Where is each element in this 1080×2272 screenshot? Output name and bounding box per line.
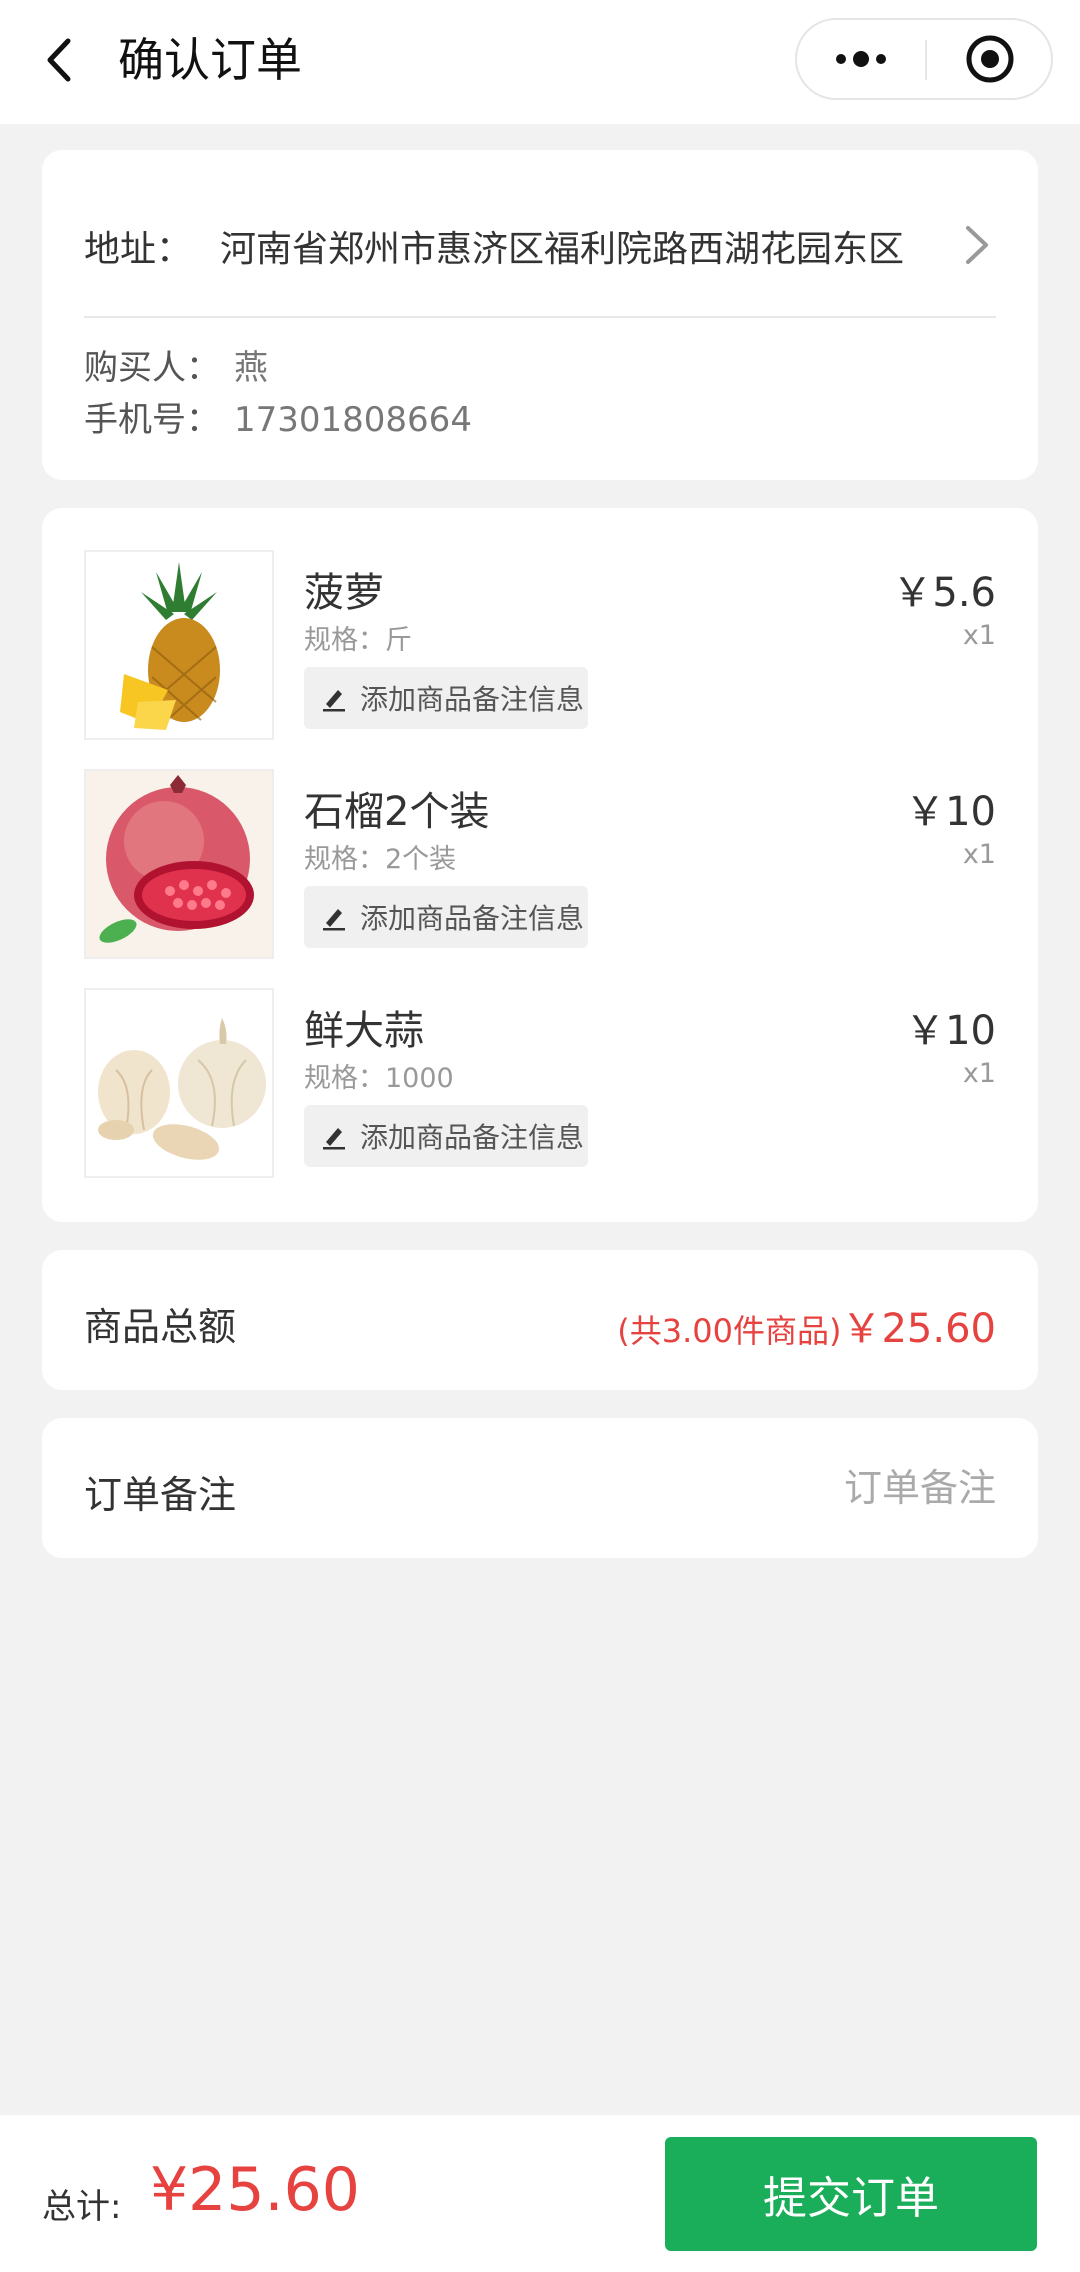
summary-total: (共3.00件商品)￥25.60 — [617, 1296, 996, 1354]
more-button[interactable] — [797, 20, 925, 98]
close-button[interactable] — [927, 20, 1053, 98]
buyer-label: 购买人： — [84, 348, 220, 388]
product-spec: 规格：2个装 — [304, 844, 457, 875]
buyer-row: 购买人： 燕 — [84, 340, 268, 389]
product-price: ￥5.6 — [892, 570, 996, 616]
mini-program-capsule — [795, 18, 1053, 100]
address-label: 地址： — [84, 229, 193, 270]
phone-label: 手机号： — [84, 400, 220, 440]
back-button[interactable] — [30, 30, 90, 90]
goods-item: 石榴2个装 规格：2个装 ￥10 x1 添加商品备注信息 — [84, 769, 996, 959]
product-price: ￥10 — [905, 1008, 996, 1054]
summary-amount: ￥25.60 — [841, 1306, 996, 1352]
phone-row: 手机号： 17301808664 — [84, 392, 472, 441]
phone-value: 17301808664 — [234, 400, 472, 440]
edit-pen-icon — [323, 1128, 345, 1150]
goods-item: 鲜大蒜 规格：1000 ￥10 x1 添加商品备注信息 — [84, 988, 996, 1178]
add-remark-button[interactable]: 添加商品备注信息 — [304, 1105, 588, 1167]
product-name: 鲜大蒜 — [304, 1008, 424, 1054]
more-dots-icon — [836, 51, 886, 67]
nav-bar: 确认订单 — [0, 0, 1080, 124]
goods-card: 菠萝 规格：斤 ￥5.6 x1 添加商品备注信息 石榴2个装 规格：2个装 ￥1… — [42, 508, 1038, 1222]
total-label: 总计: — [42, 2187, 122, 2227]
product-name: 菠萝 — [304, 570, 384, 616]
edit-pen-icon — [323, 909, 345, 931]
bottom-bar: 总计: ¥25.60 提交订单 — [0, 2115, 1080, 2272]
product-image-pineapple — [84, 550, 274, 740]
chevron-right-icon — [966, 226, 988, 264]
add-remark-label: 添加商品备注信息 — [360, 1121, 585, 1154]
page-title: 确认订单 — [118, 33, 302, 87]
order-note-card: 订单备注 — [42, 1418, 1038, 1558]
product-price: ￥10 — [905, 789, 996, 835]
product-image-pomegranate — [84, 769, 274, 959]
summary-card: 商品总额 (共3.00件商品)￥25.60 — [42, 1250, 1038, 1390]
divider — [84, 316, 996, 318]
order-note-label: 订单备注 — [84, 1473, 237, 1517]
add-remark-button[interactable]: 添加商品备注信息 — [304, 886, 588, 948]
add-remark-label: 添加商品备注信息 — [360, 902, 585, 935]
product-image-garlic — [84, 988, 274, 1178]
edit-pen-icon — [323, 690, 345, 712]
add-remark-button[interactable]: 添加商品备注信息 — [304, 667, 588, 729]
close-target-icon — [966, 35, 1014, 83]
summary-label: 商品总额 — [84, 1305, 237, 1349]
product-quantity: x1 — [962, 839, 996, 870]
total-amount: ¥25.60 — [150, 2155, 360, 2225]
address-card[interactable]: 地址： 河南省郑州市惠济区福利院路西湖花园东区 购买人： 燕 手机号： 173018… — [42, 150, 1038, 480]
order-note-input[interactable] — [596, 1458, 996, 1518]
product-spec: 规格：斤 — [304, 625, 412, 656]
submit-order-button[interactable]: 提交订单 — [665, 2137, 1037, 2251]
product-quantity: x1 — [962, 1058, 996, 1089]
goods-item: 菠萝 规格：斤 ￥5.6 x1 添加商品备注信息 — [84, 550, 996, 740]
back-arrow-icon — [47, 38, 71, 82]
add-remark-label: 添加商品备注信息 — [360, 683, 585, 716]
product-quantity: x1 — [962, 620, 996, 651]
buyer-value: 燕 — [234, 348, 268, 388]
product-spec: 规格：1000 — [304, 1063, 454, 1094]
product-name: 石榴2个装 — [304, 789, 490, 835]
summary-count: (共3.00件商品) — [617, 1312, 842, 1350]
address-value: 河南省郑州市惠济区福利院路西湖花园东区 — [220, 229, 905, 270]
